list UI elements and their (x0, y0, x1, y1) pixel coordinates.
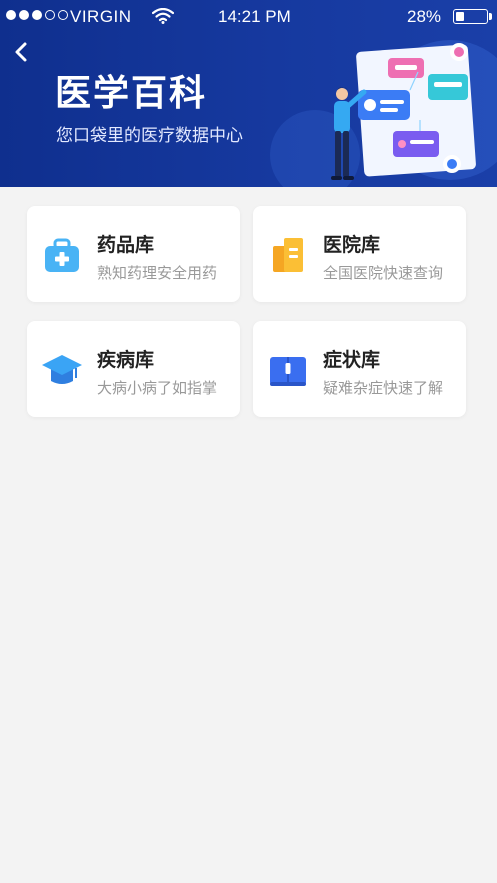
card-title: 疾病库 (97, 349, 155, 371)
signal-strength-icon (6, 10, 68, 20)
battery-nub (489, 13, 492, 20)
header-banner: VIRGIN 14:21 PM 28% 医学百科 您口袋里的医疗数据中心 (0, 0, 497, 187)
graduation-cap-icon (42, 355, 82, 384)
page-subtitle: 您口袋里的医疗数据中心 (56, 126, 243, 146)
category-card-symptom[interactable]: 症状库 疑难杂症快速了解 (253, 321, 466, 417)
category-card-medicine[interactable]: 药品库 熟知药理安全用药 (27, 206, 240, 302)
card-title: 药品库 (97, 234, 155, 256)
book-icon (270, 357, 306, 386)
battery-percentage: 28% (407, 7, 442, 26)
medicine-kit-icon (45, 238, 79, 272)
clock-time: 14:21 PM (218, 7, 291, 26)
chevron-left-icon[interactable] (10, 38, 32, 66)
medical-data-illustration-icon (331, 43, 476, 180)
category-card-disease[interactable]: 疾病库 大病小病了如指掌 (27, 321, 240, 417)
battery-icon (453, 9, 488, 24)
status-bar: VIRGIN 14:21 PM 28% (0, 0, 497, 34)
hospital-building-icon (273, 238, 303, 272)
wifi-icon (152, 8, 174, 24)
card-subtitle: 疑难杂症快速了解 (323, 379, 444, 397)
card-subtitle: 全国医院快速查询 (323, 264, 444, 282)
page-title: 医学百科 (55, 73, 208, 114)
category-card-hospital[interactable]: 医院库 全国医院快速查询 (253, 206, 466, 302)
card-title: 症状库 (323, 349, 381, 371)
card-subtitle: 熟知药理安全用药 (97, 264, 218, 282)
carrier-name: VIRGIN (70, 7, 132, 26)
card-subtitle: 大病小病了如指掌 (97, 379, 218, 397)
card-title: 医院库 (323, 234, 381, 256)
